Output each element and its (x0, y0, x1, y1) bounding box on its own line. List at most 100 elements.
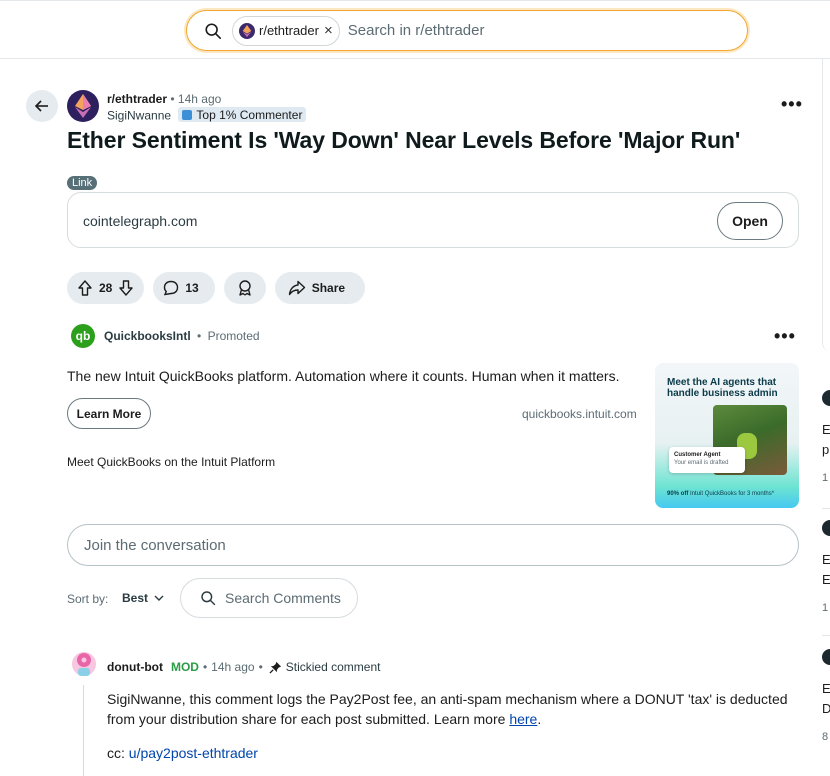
agent-card-title: Customer Agent (674, 452, 721, 458)
sort-dropdown[interactable]: Best (122, 591, 164, 605)
post-more-options-button[interactable]: ••• (781, 94, 803, 115)
comment-time: 14h ago (211, 660, 255, 674)
donut-avatar-icon[interactable] (70, 648, 98, 680)
join-conversation-input[interactable]: Join the conversation (67, 524, 799, 566)
comments-button[interactable]: 13 (153, 272, 215, 304)
post-meta: r/ethtrader • 14h ago SigiNwanne Top 1% … (107, 91, 307, 124)
rail-meta: 1 (822, 472, 829, 484)
search-comments-button[interactable]: Search Comments (180, 578, 358, 618)
badge-label: Top 1% Commenter (196, 107, 303, 122)
comment-author[interactable]: donut-bot (107, 660, 163, 674)
rail-avatar (822, 390, 830, 406)
award-button[interactable] (223, 272, 266, 304)
rail-title-2: p (822, 442, 830, 457)
upvote-count: 28 (99, 281, 113, 295)
upvote-icon[interactable] (77, 280, 93, 296)
ad-image-headline: Meet the AI agents that handle business … (667, 377, 778, 399)
promoted-label: Promoted (207, 329, 260, 343)
mod-badge: MOD (170, 660, 199, 674)
cc-user-link[interactable]: u/pay2post-ethtrader (129, 745, 258, 761)
link-card[interactable]: cointelegraph.com Open (67, 192, 799, 248)
subreddit-link[interactable]: r/ethtrader (107, 92, 167, 106)
share-label: Share (311, 281, 346, 295)
rail-title-1: E (822, 681, 830, 696)
open-link-button[interactable]: Open (717, 202, 783, 240)
learn-more-link[interactable]: here (509, 711, 537, 727)
subreddit-filter-chip[interactable]: r/ethtrader × (232, 15, 340, 46)
rail-item[interactable]: E D 8 (822, 649, 830, 743)
ethereum-icon (239, 22, 255, 39)
sort-value: Best (122, 591, 149, 605)
comment-icon (164, 280, 179, 296)
award-icon (239, 280, 251, 296)
rail-divider (822, 635, 830, 636)
comment-body: SigiNwanne, this comment logs the Pay2Po… (107, 689, 797, 729)
search-bar[interactable]: r/ethtrader × (186, 10, 748, 51)
rail-item[interactable]: E p 1 (822, 390, 830, 484)
pin-icon (269, 661, 281, 674)
ad-separator: • (197, 329, 202, 343)
meta-separator: • (170, 92, 175, 106)
rail-meta: 8 (822, 731, 829, 743)
ad-agent-card: Customer Agent Your email is drafted (669, 447, 745, 473)
ad-more-options-button[interactable]: ••• (774, 326, 796, 347)
subreddit-avatar[interactable] (67, 90, 99, 122)
post-author[interactable]: SigiNwanne (107, 109, 171, 123)
post-actions: 28 13 Share (67, 272, 366, 304)
post-flair: Link (67, 176, 98, 190)
sort-label: Sort by: (67, 592, 109, 606)
back-button[interactable] (26, 90, 58, 122)
search-comments-label: Search Comments (225, 590, 341, 606)
ad-offer: 90% off Intuit QuickBooks for 3 months* (667, 491, 774, 497)
comment-cc: cc: u/pay2post-ethtrader (107, 745, 258, 761)
advertiser-name[interactable]: QuickbooksIntl (104, 329, 191, 343)
comment-text: SigiNwanne, this comment logs the Pay2Po… (107, 691, 788, 727)
rail-meta: 1 (822, 602, 829, 614)
commenter-badge-icon (182, 109, 193, 120)
post-title: Ether Sentiment Is 'Way Down' Near Level… (67, 127, 741, 153)
author-badge: Top 1% Commenter (178, 107, 307, 122)
agent-card-text: Your email is drafted (674, 460, 729, 466)
downvote-icon[interactable] (118, 280, 134, 296)
learn-more-button[interactable]: Learn More (67, 398, 151, 429)
comment-meta: donut-bot MOD • 14h ago • Stickied comme… (107, 660, 380, 674)
rail-title-1: E (822, 552, 830, 567)
search-input[interactable] (347, 22, 708, 39)
offer-rest: Intuit QuickBooks for 3 months* (690, 491, 775, 497)
comment-separator-2: • (258, 660, 263, 674)
chevron-down-icon (154, 595, 164, 601)
ad-domain[interactable]: quickbooks.intuit.com (522, 407, 637, 421)
rail-avatar (822, 649, 830, 665)
ad-meta: QuickbooksIntl • Promoted (104, 329, 260, 343)
rail-title-2: E (822, 572, 830, 587)
rail-title-1: E (822, 422, 830, 437)
vote-pill: 28 (67, 272, 145, 304)
back-arrow-icon (34, 100, 48, 112)
right-rail-panel-edge (822, 59, 830, 351)
ad-caption[interactable]: Meet QuickBooks on the Intuit Platform (67, 455, 275, 469)
comment-count: 13 (185, 281, 199, 295)
ad-headline[interactable]: The new Intuit QuickBooks platform. Auto… (67, 368, 619, 384)
post-time: 14h ago (177, 92, 222, 106)
search-icon (201, 591, 216, 606)
advertiser-logo[interactable]: qb (71, 324, 95, 348)
share-icon (288, 280, 305, 296)
rail-item[interactable]: E E 1 (822, 520, 830, 614)
close-icon[interactable]: × (324, 22, 333, 39)
comment-thread-line[interactable] (83, 685, 84, 776)
comment-separator: • (202, 660, 208, 674)
rail-avatar (822, 520, 830, 536)
top-bar: r/ethtrader × (0, 0, 830, 59)
cc-label: cc: (107, 745, 129, 761)
search-icon (205, 22, 222, 39)
chip-label: r/ethtrader (259, 23, 319, 38)
comment-text-end: . (537, 711, 542, 727)
rail-title-2: D (822, 701, 830, 716)
stickied-label: Stickied comment (285, 660, 381, 674)
offer-bold: 90% off (667, 491, 689, 497)
ethereum-icon (75, 94, 91, 118)
ad-image[interactable]: Meet the AI agents that handle business … (655, 363, 799, 508)
rail-divider (822, 508, 830, 509)
share-button[interactable]: Share (274, 272, 366, 304)
right-rail: E p 1 E E 1 E D 8 (822, 390, 830, 776)
